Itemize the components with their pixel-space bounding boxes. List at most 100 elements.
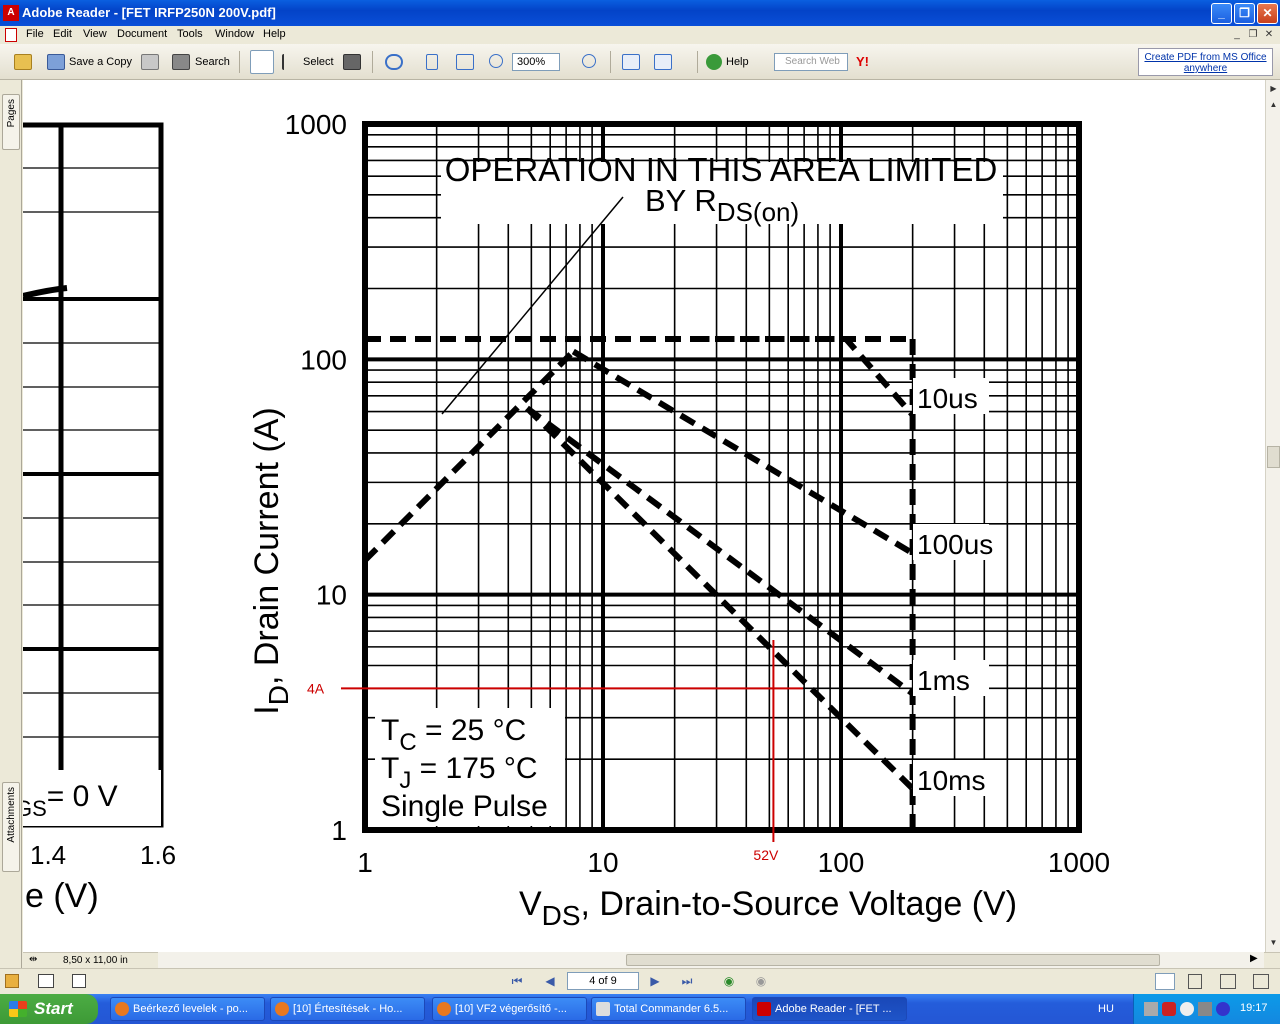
toolbar: Save a Copy Search Select Help Y!: [0, 44, 1280, 80]
y-axis-label: ID, Drain Current (A): [248, 407, 294, 714]
navigation-pane: Pages Attachments: [0, 80, 22, 968]
tray-security-icon[interactable]: [1162, 1002, 1176, 1016]
first-page-icon[interactable]: ⏮: [508, 973, 526, 989]
doc-minimize-icon[interactable]: _: [1230, 28, 1244, 41]
fit-page-icon[interactable]: [426, 54, 438, 70]
scroll-right-icon[interactable]: ▶: [1250, 953, 1258, 964]
search-web-input[interactable]: Search Web: [774, 53, 848, 71]
lock-icon[interactable]: [5, 974, 19, 988]
left-tick-label: 1.6: [140, 840, 176, 870]
scroll-right-arrow-icon[interactable]: ▶: [1267, 82, 1280, 96]
rotate-view-icon[interactable]: [654, 54, 672, 70]
tray-bluetooth-icon[interactable]: [1216, 1002, 1230, 1016]
series-label-10ms: 10ms: [917, 765, 985, 796]
menu-help[interactable]: Help: [263, 28, 286, 40]
window-title: Adobe Reader - [FET IRFP250N 200V.pdf]: [22, 5, 276, 20]
vertical-scrollbar[interactable]: ▶ ▲ ▼: [1265, 80, 1280, 952]
series-10us-line: [693, 336, 915, 417]
page-size-label: 8,50 x 11,00 in: [63, 955, 128, 966]
close-button[interactable]: ✕: [1257, 3, 1278, 24]
firefox-icon: [437, 1002, 451, 1016]
split-icon[interactable]: ⇹: [29, 954, 37, 965]
help-icon[interactable]: [706, 54, 722, 70]
zoom-in-tool-icon[interactable]: [385, 54, 403, 70]
pages-tab[interactable]: Pages: [2, 94, 20, 150]
minimize-button[interactable]: _: [1211, 3, 1232, 24]
clock: 19:17: [1240, 1002, 1268, 1014]
task-notifications[interactable]: [10] Értesítések - Ho...: [270, 997, 425, 1021]
menu-document[interactable]: Document: [117, 28, 167, 40]
print-preview-icon[interactable]: [72, 974, 86, 988]
system-tray: 19:17: [1133, 994, 1280, 1024]
taskbar: Start Beérkező levelek - po... [10] Érte…: [0, 994, 1280, 1024]
left-axis-label-fragment: e (V): [25, 877, 99, 915]
continuous-view-icon[interactable]: [1188, 974, 1202, 989]
previous-page-icon[interactable]: ◀: [541, 973, 559, 989]
task-vf2[interactable]: [10] VF2 végerősítő -...: [432, 997, 587, 1021]
snapshot-icon[interactable]: [343, 54, 361, 70]
toolbar-separator: [372, 51, 373, 73]
continuous-facing-view-icon[interactable]: [1253, 974, 1269, 989]
horizontal-scroll-thumb[interactable]: [626, 954, 1160, 966]
restore-button[interactable]: ❐: [1234, 3, 1255, 24]
binoculars-icon[interactable]: [172, 54, 190, 70]
single-page-view-icon[interactable]: [1155, 973, 1175, 990]
search-button[interactable]: Search: [195, 52, 230, 72]
windows-flag-icon: [9, 1001, 27, 1017]
tray-app-icon[interactable]: [1144, 1002, 1158, 1016]
task-mail[interactable]: Beérkező levelek - po...: [110, 997, 265, 1021]
series-label-10us: 10us: [917, 383, 978, 414]
x-axis-label: VDS, Drain-to-Source Voltage (V): [519, 885, 1017, 931]
scroll-up-arrow-icon[interactable]: ▲: [1267, 98, 1280, 112]
single-page-icon[interactable]: [622, 54, 640, 70]
menu-view[interactable]: View: [83, 28, 107, 40]
y-tick-label: 10: [316, 580, 347, 611]
firefox-icon: [115, 1002, 129, 1016]
language-indicator[interactable]: HU: [1098, 1003, 1114, 1015]
doc-restore-icon[interactable]: ❐: [1246, 28, 1260, 41]
zoom-in-icon[interactable]: [582, 54, 596, 68]
page-number-input[interactable]: 4 of 9: [567, 972, 639, 990]
document-page[interactable]: GS= 0 V 1.4 1.6 e (V) 10us 100us 1ms 10ms 1…: [23, 80, 1265, 952]
print-icon[interactable]: [141, 54, 159, 70]
task-total-commander[interactable]: Total Commander 6.5...: [591, 997, 746, 1021]
start-button[interactable]: Start: [0, 994, 98, 1024]
y-tick-label: 1: [331, 815, 347, 846]
menu-tools[interactable]: Tools: [177, 28, 203, 40]
select-button[interactable]: Select: [303, 52, 334, 72]
next-page-icon[interactable]: ▶: [646, 973, 664, 989]
attachments-tab[interactable]: Attachments: [2, 782, 20, 872]
open-folder-icon[interactable]: [14, 54, 32, 70]
menu-edit[interactable]: Edit: [53, 28, 72, 40]
save-icon[interactable]: [47, 54, 65, 70]
create-pdf-link[interactable]: Create PDF from MS Office anywhere: [1138, 48, 1273, 76]
next-view-icon[interactable]: ◉: [752, 973, 770, 989]
page-view-icon[interactable]: [38, 974, 54, 988]
zoom-out-icon[interactable]: [489, 54, 503, 68]
previous-view-icon[interactable]: ◉: [720, 973, 738, 989]
firefox-icon: [275, 1002, 289, 1016]
menu-window[interactable]: Window: [215, 28, 254, 40]
last-page-icon[interactable]: ⏭: [678, 973, 696, 989]
page-graphics: GS= 0 V 1.4 1.6 e (V) 10us100us1ms10ms 1…: [23, 109, 1110, 931]
menu-file[interactable]: File: [26, 28, 44, 40]
yahoo-icon[interactable]: Y!: [856, 54, 876, 70]
x-tick-label: 10: [587, 847, 618, 878]
hand-tool-icon[interactable]: [250, 50, 274, 74]
total-commander-icon: [596, 1002, 610, 1016]
tray-network-icon[interactable]: [1198, 1002, 1212, 1016]
zoom-input[interactable]: 300%: [512, 53, 560, 71]
title-bar: A Adobe Reader - [FET IRFP250N 200V.pdf]…: [0, 0, 1280, 26]
scroll-down-arrow-icon[interactable]: ▼: [1267, 936, 1280, 950]
task-adobe-reader[interactable]: Adobe Reader - [FET ...: [752, 997, 907, 1021]
horizontal-scrollbar[interactable]: ▶: [158, 952, 1264, 968]
fit-width-icon[interactable]: [456, 54, 474, 70]
save-copy-button[interactable]: Save a Copy: [69, 52, 132, 72]
doc-close-icon[interactable]: ✕: [1262, 28, 1276, 41]
select-cursor-icon[interactable]: [282, 54, 296, 70]
help-button[interactable]: Help: [726, 52, 749, 72]
document-icon[interactable]: [5, 28, 17, 42]
tray-volume-icon[interactable]: [1180, 1002, 1194, 1016]
facing-view-icon[interactable]: [1220, 974, 1236, 989]
vertical-scroll-thumb[interactable]: [1267, 446, 1280, 468]
